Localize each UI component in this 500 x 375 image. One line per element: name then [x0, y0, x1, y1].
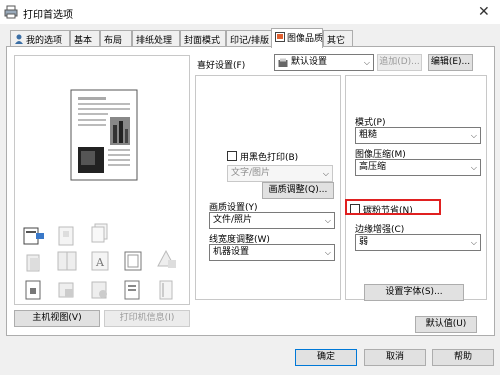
help-button[interactable]: 帮助: [432, 349, 494, 366]
edit-favorite-button[interactable]: 编辑(E)...: [428, 54, 473, 71]
tab-label: 封面模式: [184, 36, 221, 46]
font-icon: A: [91, 251, 109, 271]
tab-cover-mode[interactable]: 封面模式: [180, 30, 226, 47]
chevron-down-icon: ⌵: [363, 58, 370, 67]
punch-icon: [91, 281, 107, 299]
binding-icon: [159, 280, 173, 300]
highlight-box: [345, 199, 441, 215]
mode-value: 粗糙: [359, 130, 378, 140]
tab-image-quality[interactable]: 图像品质: [271, 28, 323, 48]
tab-label: 图像品质: [287, 34, 324, 44]
tab-label: 排纸处理: [136, 36, 173, 46]
default-button[interactable]: 默认值(U): [415, 316, 477, 333]
bw-print-box[interactable]: [227, 151, 237, 161]
tray-icon: [58, 282, 74, 298]
bw-print-select[interactable]: 文字/图片 ⌵: [227, 165, 333, 182]
printer-icon: [4, 5, 18, 19]
page-frame-icon: [124, 251, 142, 271]
font-settings-button[interactable]: 设置字体(S)...: [364, 284, 464, 301]
lock-icon: [25, 280, 41, 300]
bw-print-value: 文字/图片: [231, 168, 271, 178]
copies-icon: [91, 223, 108, 243]
booklet-icon: [57, 251, 77, 271]
chevron-down-icon: ⌵: [470, 163, 477, 172]
add-favorite-button[interactable]: 追加(D)...: [377, 54, 422, 71]
close-icon[interactable]: ✕: [478, 4, 490, 20]
page-preview: [70, 89, 138, 181]
chevron-down-icon: ⌵: [322, 169, 329, 178]
document-icon: [124, 280, 140, 300]
image-settings-select[interactable]: 文件/照片 ⌵: [209, 212, 335, 229]
edge-enhance-select[interactable]: 弱 ⌵: [355, 234, 481, 251]
image-quality-icon: [275, 32, 285, 42]
tab-label: 基本: [74, 36, 93, 46]
compression-select[interactable]: 高压缩 ⌵: [355, 159, 481, 176]
title-bar: [0, 0, 500, 24]
device-icon: [23, 227, 44, 245]
tab-label: 布局: [104, 36, 123, 46]
chevron-down-icon: ⌵: [470, 238, 477, 247]
tab-layout[interactable]: 布局: [100, 30, 132, 47]
stamp-icon: [157, 249, 176, 268]
tab-other[interactable]: 其它: [323, 30, 353, 47]
quality-adjust-button[interactable]: 画质调整(Q)...: [262, 182, 334, 199]
favorites-label: 喜好设置(F): [197, 61, 246, 71]
stack-icon: [26, 254, 40, 272]
tab-label: 我的选项: [26, 36, 63, 46]
bw-print-checkbox[interactable]: 用黑色打印(B): [227, 150, 298, 163]
image-settings-value: 文件/照片: [213, 215, 253, 225]
compression-value: 高压缩: [359, 162, 387, 172]
window-title: 打印首选项: [23, 10, 73, 21]
tab-stamp-layout[interactable]: 印记/排版: [226, 30, 272, 47]
chevron-down-icon: ⌵: [324, 248, 331, 257]
svg-text:A: A: [95, 256, 105, 269]
favorites-value: 默认设置: [291, 57, 328, 67]
favorites-select[interactable]: 默认设置 ⌵: [274, 54, 374, 71]
edge-enhance-value: 弱: [359, 237, 369, 247]
main-view-button[interactable]: 主机视图(V): [14, 310, 100, 327]
ok-button[interactable]: 确定: [295, 349, 357, 366]
bw-print-label: 用黑色打印(B): [240, 153, 299, 163]
staple-icon: [58, 226, 74, 246]
favorites-icon: [278, 58, 288, 67]
user-icon: [15, 34, 23, 44]
right-group: [345, 75, 487, 300]
tab-basic[interactable]: 基本: [70, 30, 100, 47]
tab-label: 印记/排版: [230, 36, 270, 46]
line-width-select[interactable]: 机器设置 ⌵: [209, 244, 335, 261]
cancel-button[interactable]: 取消: [364, 349, 426, 366]
tab-my-options[interactable]: 我的选项: [10, 30, 70, 47]
printer-info-button[interactable]: 打印机信息(I): [104, 310, 190, 327]
mode-select[interactable]: 粗糙 ⌵: [355, 127, 481, 144]
tab-finishing[interactable]: 排纸处理: [132, 30, 180, 47]
line-width-value: 机器设置: [213, 247, 250, 257]
chevron-down-icon: ⌵: [470, 131, 477, 140]
chevron-down-icon: ⌵: [324, 216, 331, 225]
tab-label: 其它: [327, 36, 346, 46]
